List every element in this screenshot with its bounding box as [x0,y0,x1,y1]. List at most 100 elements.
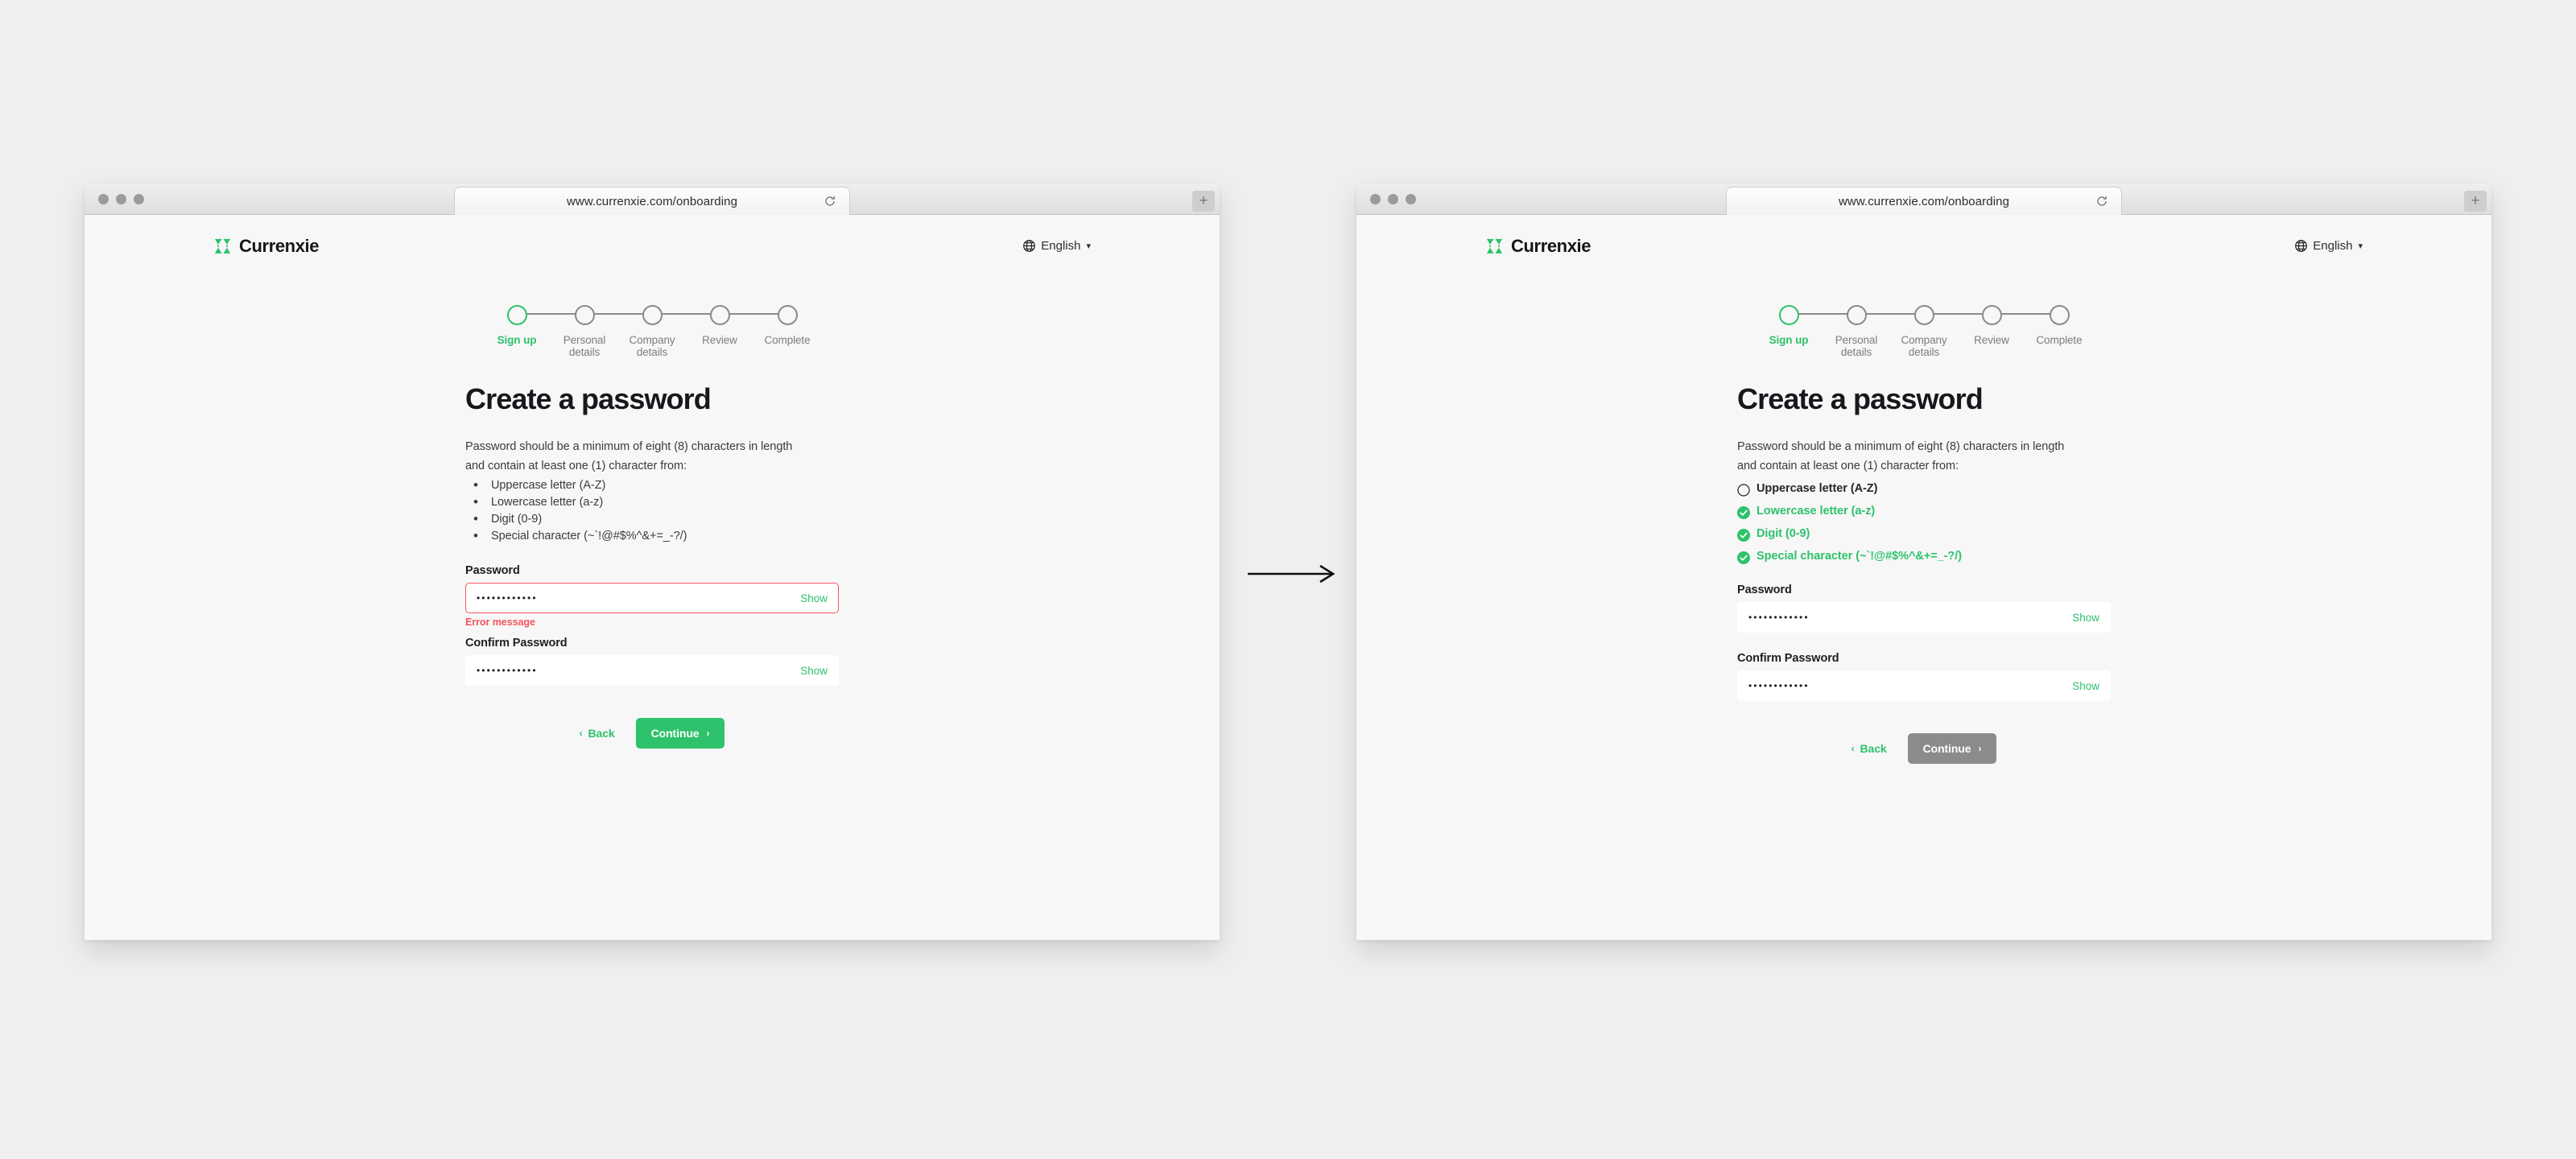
confirm-password-input[interactable]: •••••••••••• Show [1737,670,2111,701]
traffic-lights[interactable] [98,193,144,204]
address-bar-url[interactable]: www.currenxie.com/onboarding [1839,195,2009,208]
requirement-item-met: Lowercase letter (a-z) [1737,500,2111,522]
back-label: Back [588,727,615,740]
step-label: Complete [2036,334,2083,346]
site-header: Currenxie English ▾ [1485,215,2363,270]
password-label: Password [1737,584,1792,596]
password-input[interactable]: •••••••••••• Show [1737,602,2111,633]
brand-name: Currenxie [1511,236,1591,256]
onboarding-stepper: Sign up Personal details Company details… [213,305,1091,358]
traffic-lights[interactable] [1370,193,1416,204]
maximize-window-button[interactable] [1406,193,1416,204]
password-requirements-checklist: Uppercase letter (A-Z) Lowercase letter … [1737,477,2111,567]
step-label: Review [702,334,737,346]
show-confirm-password-toggle[interactable]: Show [2072,680,2099,692]
step-label: Review [1974,334,2009,346]
step-circle [2049,305,2070,325]
confirm-password-label: Confirm Password [465,637,568,650]
reload-icon[interactable] [824,195,836,208]
intro-line-2: and contain at least one (1) character f… [465,460,687,472]
close-window-button[interactable] [98,193,109,204]
confirm-password-label: Confirm Password [1737,652,1839,665]
step-complete[interactable]: Complete [1992,305,2093,358]
password-requirements-list: Uppercase letter (A-Z) Lowercase letter … [465,476,839,545]
step-circle [574,305,595,325]
requirement-item: Uppercase letter (A-Z) [465,476,839,494]
step-label: Sign up [497,334,537,346]
new-tab-button[interactable]: + [1192,191,1215,212]
reload-icon[interactable] [2095,195,2108,208]
requirement-item: Special character (~`!@#$%^&+=_-?/) [465,527,839,545]
step-complete[interactable]: Complete [720,305,821,358]
password-input[interactable]: •••••••••••• Show [465,583,839,613]
check-circle-icon [1737,527,1750,542]
chevron-down-icon: ▾ [1086,241,1091,251]
form-actions: ‹ Back Continue › [1737,733,2111,764]
page-title: Create a password [465,382,712,415]
globe-icon [2294,239,2308,253]
show-password-toggle[interactable]: Show [2072,612,2099,624]
step-circle [709,305,730,325]
address-bar-url[interactable]: www.currenxie.com/onboarding [567,195,737,208]
browser-titlebar: www.currenxie.com/onboarding + [1356,184,2491,215]
onboarding-stepper: Sign up Personal details Company details… [1485,305,2363,358]
browser-tab[interactable]: www.currenxie.com/onboarding [454,187,850,215]
requirement-item: Lowercase letter (a-z) [465,493,839,511]
step-label: Company details [629,334,675,358]
continue-label: Continue [1922,742,1971,755]
requirement-label: Uppercase letter (A-Z) [1757,482,1878,495]
language-switcher[interactable]: English ▾ [1022,239,1091,253]
back-button[interactable]: ‹ Back [1852,742,1887,755]
minimize-window-button[interactable] [1388,193,1398,204]
page-viewport-left: Currenxie English ▾ Sign up Personal det… [85,215,1220,940]
minimize-window-button[interactable] [116,193,126,204]
requirement-label: Lowercase letter (a-z) [1757,505,1876,518]
currenxie-logo-icon [1485,237,1504,256]
browser-tab[interactable]: www.currenxie.com/onboarding [1726,187,2122,215]
step-circle [642,305,663,325]
confirm-password-value[interactable]: •••••••••••• [1748,680,2072,691]
password-value[interactable]: •••••••••••• [477,592,800,604]
step-label: Sign up [1769,334,1809,346]
language-switcher[interactable]: English ▾ [2294,239,2363,253]
language-label: English [1041,239,1081,253]
site-header: Currenxie English ▾ [213,215,1091,270]
password-value[interactable]: •••••••••••• [1748,612,2072,623]
brand-logo[interactable]: Currenxie [1485,236,1591,257]
password-form-right: Create a password Password should be a m… [1737,358,2111,764]
step-label: Complete [764,334,811,346]
continue-button[interactable]: Continue › [635,718,725,749]
step-circle [506,305,527,325]
close-window-button[interactable] [1370,193,1381,204]
brand-logo[interactable]: Currenxie [213,236,320,257]
requirement-item-met: Special character (~`!@#$%^&+=_-?/) [1737,545,2111,567]
step-circle [1846,305,1867,325]
browser-window-right[interactable]: www.currenxie.com/onboarding + Currenxie… [1356,184,2491,940]
currenxie-logo-icon [213,237,232,256]
show-password-toggle[interactable]: Show [800,592,828,604]
chevron-down-icon: ▾ [2358,241,2363,251]
browser-window-left[interactable]: www.currenxie.com/onboarding + Currenxie… [85,184,1220,940]
intro-line-1: Password should be a minimum of eight (8… [1737,440,2065,453]
confirm-password-input[interactable]: •••••••••••• Show [465,655,839,686]
right-arrow-icon [1245,563,1341,584]
requirement-item-met: Digit (0-9) [1737,522,2111,545]
chevron-left-icon: ‹ [579,728,583,739]
maximize-window-button[interactable] [134,193,144,204]
brand-name: Currenxie [239,236,320,256]
continue-button-disabled: Continue › [1907,733,1997,764]
show-confirm-password-toggle[interactable]: Show [800,665,828,677]
step-circle [1913,305,1934,325]
password-form-left: Create a password Password should be a m… [465,358,839,749]
chevron-right-icon: › [1978,743,1982,754]
confirm-password-value[interactable]: •••••••••••• [477,665,800,676]
back-button[interactable]: ‹ Back [580,727,615,740]
requirement-label: Special character (~`!@#$%^&+=_-?/) [1757,550,1962,563]
browser-titlebar: www.currenxie.com/onboarding + [85,184,1220,215]
new-tab-button[interactable]: + [2464,191,2487,212]
language-label: English [2313,239,2353,253]
step-label: Personal details [563,334,606,358]
page-title: Create a password [1737,382,1984,415]
step-circle [1778,305,1799,325]
page-viewport-right: Currenxie English ▾ Sign up Personal det… [1356,215,2491,940]
